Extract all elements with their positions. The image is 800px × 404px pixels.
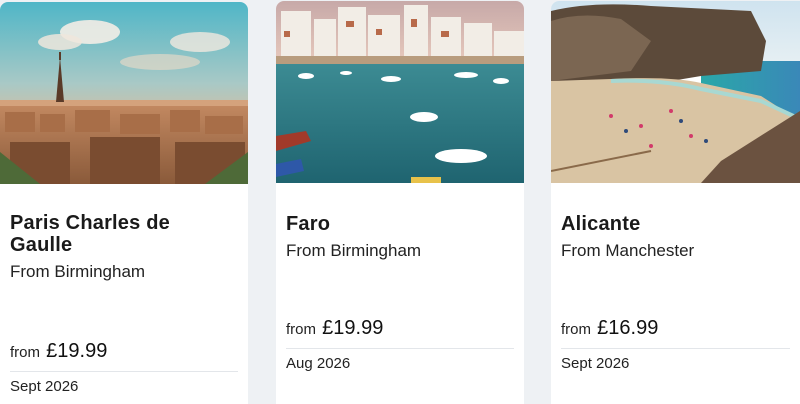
price-prefix: from xyxy=(10,344,40,361)
divider xyxy=(286,348,514,349)
price-prefix: from xyxy=(286,321,316,338)
card-body: Paris Charles de Gaulle From Birmingham xyxy=(0,184,248,284)
travel-date: Sept 2026 xyxy=(561,355,630,372)
destination-title: Paris Charles de Gaulle xyxy=(10,212,170,256)
destination-card-paris[interactable]: Paris Charles de Gaulle From Birmingham … xyxy=(0,2,248,404)
price-line: from £19.99 xyxy=(10,340,107,363)
price-line: from £16.99 xyxy=(561,317,658,340)
paris-eiffel-tower-photo xyxy=(0,2,248,184)
departure-origin: From Birmingham xyxy=(10,262,146,281)
destination-card-faro[interactable]: Faro From Birmingham from £19.99 Aug 202… xyxy=(276,1,524,404)
alicante-beach-photo xyxy=(551,1,800,183)
departure-origin: From Manchester xyxy=(561,241,695,260)
price-amount: £16.99 xyxy=(597,317,659,339)
travel-date: Aug 2026 xyxy=(286,355,351,372)
divider xyxy=(561,348,790,349)
divider xyxy=(10,371,238,372)
destination-title: Faro xyxy=(286,213,331,235)
destination-cards: Paris Charles de Gaulle From Birmingham … xyxy=(0,0,800,404)
destination-title: Alicante xyxy=(561,213,641,235)
price-amount: £19.99 xyxy=(322,317,384,339)
destination-card-alicante[interactable]: Alicante From Manchester from £16.99 Sep… xyxy=(551,1,800,404)
card-body: Alicante From Manchester xyxy=(551,183,800,263)
card-body: Faro From Birmingham xyxy=(276,183,524,263)
travel-date: Sept 2026 xyxy=(10,378,79,395)
price-prefix: from xyxy=(561,321,591,338)
price-line: from £19.99 xyxy=(286,317,383,340)
departure-origin: From Birmingham xyxy=(286,241,422,260)
faro-harbour-photo xyxy=(276,1,524,183)
price-amount: £19.99 xyxy=(46,340,108,362)
